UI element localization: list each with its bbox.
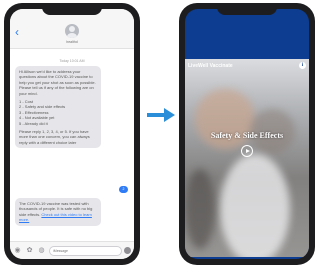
phone-notch — [42, 3, 102, 15]
message-input-bar: ◉ ✿ ◍ — [10, 241, 134, 259]
message-input[interactable] — [49, 246, 122, 256]
phone-notch — [217, 3, 277, 15]
options-list: 1 - Cost 2 - Safety and side effects 3 -… — [19, 99, 97, 126]
message-outro: Please reply 1, 2, 3, 4, or 5. If you ha… — [19, 129, 90, 145]
messages-header: ‹ healthd — [10, 9, 134, 49]
comparison-stage: ‹ healthd Today 10:01 AM Hi Allison we'd… — [0, 0, 315, 269]
video-screen: LiveWell Vaccinate i Safety & Side Effec… — [185, 9, 309, 259]
info-icon[interactable]: i — [299, 62, 306, 69]
message-timestamp: Today 10:01 AM — [59, 59, 85, 63]
outgoing-message-bubble: 2 — [119, 186, 128, 193]
right-arrow-icon — [147, 108, 175, 122]
incoming-message-bubble: Hi Allison we'd like to address your que… — [15, 66, 101, 149]
messages-screen: ‹ healthd Today 10:01 AM Hi Allison we'd… — [10, 9, 134, 259]
play-icon[interactable] — [241, 145, 253, 157]
microphone-icon[interactable] — [124, 247, 131, 254]
contact-name[interactable]: healthd — [10, 40, 134, 44]
option-item: 2 - Safety and side effects — [19, 104, 66, 110]
right-phone: LiveWell Vaccinate i Safety & Side Effec… — [179, 3, 315, 265]
option-item: 1 - Cost — [19, 99, 34, 105]
video-blur-shape — [195, 89, 255, 149]
incoming-message-bubble-2: The COVID-19 vaccine was tested with tho… — [15, 198, 101, 226]
video-title: LiveWell Vaccinate — [188, 63, 233, 69]
chevron-left-icon[interactable]: ‹ — [15, 26, 19, 38]
video-blur-shape — [220, 154, 290, 257]
camera-icon[interactable]: ◉ — [13, 246, 22, 255]
option-item: 3 - Effectiveness — [19, 109, 49, 115]
message-intro: Hi Allison we'd like to address your que… — [19, 69, 96, 96]
apps-icon[interactable]: ✿ — [25, 246, 34, 255]
video-player[interactable]: LiveWell Vaccinate i Safety & Side Effec… — [185, 59, 309, 257]
video-heading: Safety & Side Effects — [210, 131, 284, 140]
option-item: 4 - Not available yet — [19, 115, 55, 121]
video-blur-shape — [185, 169, 215, 249]
left-phone: ‹ healthd Today 10:01 AM Hi Allison we'd… — [4, 3, 140, 265]
avatar[interactable] — [65, 24, 79, 38]
option-item: 5 - Already did it — [19, 120, 48, 126]
audio-icon[interactable]: ◍ — [37, 246, 46, 255]
